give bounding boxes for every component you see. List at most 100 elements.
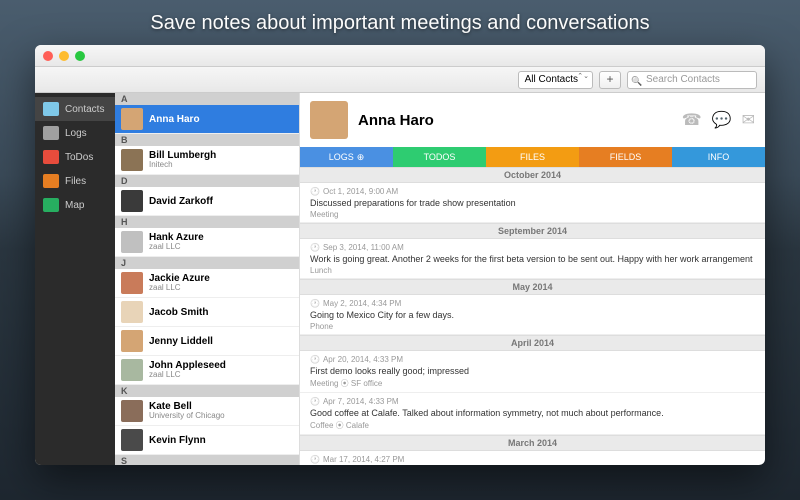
contact-company: Initech xyxy=(149,161,216,170)
avatar xyxy=(121,190,143,212)
add-contact-button[interactable]: + xyxy=(599,71,621,89)
log-timestamp: May 2, 2014, 4:34 PM xyxy=(310,299,755,308)
log-timestamp: Oct 1, 2014, 9:00 AM xyxy=(310,187,755,196)
sidebar-item-label: Logs xyxy=(65,128,87,139)
log-entry[interactable]: Sep 3, 2014, 11:00 AM Work is going great… xyxy=(300,239,765,279)
list-item[interactable]: Jacob Smith xyxy=(115,298,299,327)
list-item[interactable]: Kevin Flynn xyxy=(115,426,299,455)
list-item[interactable]: David Zarkoff xyxy=(115,187,299,216)
log-body: Discussed preparations for trade show pr… xyxy=(310,198,755,208)
month-header: May 2014 xyxy=(300,279,765,295)
log-entry[interactable]: Mar 17, 2014, 4:27 PMHad Chinese. Discus… xyxy=(300,451,765,465)
tab-fields[interactable]: FIELDS xyxy=(579,147,672,167)
zoom-icon[interactable] xyxy=(75,51,85,61)
chat-icon[interactable]: 💬 xyxy=(712,110,732,130)
list-item[interactable]: Jenny Liddell xyxy=(115,327,299,356)
sidebar-item-label: ToDos xyxy=(65,152,93,163)
sidebar-item-logs[interactable]: Logs xyxy=(35,121,115,145)
avatar xyxy=(121,108,143,130)
month-header: March 2014 xyxy=(300,435,765,451)
contact-name: Anna Haro xyxy=(358,112,672,129)
contact-company: zaal LLC xyxy=(149,371,226,380)
log-body: Work is going great. Another 2 weeks for… xyxy=(310,254,755,264)
contact-name: David Zarkoff xyxy=(149,196,213,207)
detail-tabs: LOGS ⊕TODOSFILESFIELDSINFO xyxy=(300,147,765,167)
list-item[interactable]: Hank Azurezaal LLC xyxy=(115,228,299,257)
section-header: H xyxy=(115,216,299,228)
section-header: A xyxy=(115,93,299,105)
contact-list: A Anna Haro BBill LumberghInitechD David Za… xyxy=(115,93,300,465)
log-entry[interactable]: May 2, 2014, 4:34 PM Going to Mexico City… xyxy=(300,295,765,335)
titlebar xyxy=(35,45,765,67)
list-item[interactable]: Kate BellUniversity of Chicago xyxy=(115,397,299,426)
tab-files[interactable]: FILES xyxy=(486,147,579,167)
list-item[interactable]: John Appleseedzaal LLC xyxy=(115,356,299,385)
search-input[interactable]: Search Contacts xyxy=(627,71,757,89)
avatar xyxy=(121,301,143,323)
contact-company: University of Chicago xyxy=(149,412,225,421)
contact-name: Kevin Flynn xyxy=(149,435,206,446)
files-icon xyxy=(43,174,59,188)
sidebar-item-contacts[interactable]: Contacts xyxy=(35,97,115,121)
todos-icon xyxy=(43,150,59,164)
avatar xyxy=(121,272,143,294)
list-item[interactable]: Bill LumberghInitech xyxy=(115,146,299,175)
toolbar: All Contacts + Search Contacts xyxy=(35,67,765,93)
sidebar-item-map[interactable]: Map xyxy=(35,193,115,217)
log-tags: Phone xyxy=(310,322,755,331)
month-header: September 2014 xyxy=(300,223,765,239)
contact-name: Jacob Smith xyxy=(149,307,208,318)
month-header: April 2014 xyxy=(300,335,765,351)
avatar xyxy=(121,330,143,352)
sidebar-item-label: Map xyxy=(65,200,84,211)
contacts-icon xyxy=(43,102,59,116)
avatar xyxy=(121,429,143,451)
log-tags: Lunch xyxy=(310,266,755,275)
list-item[interactable]: Anna Haro xyxy=(115,105,299,134)
sidebar-item-label: Contacts xyxy=(65,104,104,115)
log-entry[interactable]: Oct 1, 2014, 9:00 AM Discussed preparatio… xyxy=(300,183,765,223)
contact-company: zaal LLC xyxy=(149,243,204,252)
phone-icon[interactable]: ☎ xyxy=(682,110,702,130)
list-item[interactable]: Jackie Azurezaal LLC xyxy=(115,269,299,298)
avatar xyxy=(121,359,143,381)
avatar xyxy=(121,149,143,171)
sidebar-item-files[interactable]: Files xyxy=(35,169,115,193)
section-header: D xyxy=(115,175,299,187)
log-tags: Meeting ⦿ SF office xyxy=(310,378,755,389)
section-header: J xyxy=(115,257,299,269)
log-body: Good coffee at Calafe. Talked about info… xyxy=(310,408,755,418)
section-header: S xyxy=(115,455,299,465)
log-body: First demo looks really good; impressed xyxy=(310,366,755,376)
close-icon[interactable] xyxy=(43,51,53,61)
log-timestamp: Apr 7, 2014, 4:33 PM xyxy=(310,397,755,406)
section-header: B xyxy=(115,134,299,146)
sidebar-item-todos[interactable]: ToDos xyxy=(35,145,115,169)
section-header: K xyxy=(115,385,299,397)
log-entry[interactable]: Apr 20, 2014, 4:33 PM First demo looks re… xyxy=(300,351,765,393)
tab-info[interactable]: INFO xyxy=(672,147,765,167)
avatar xyxy=(121,400,143,422)
tab-logs[interactable]: LOGS ⊕ xyxy=(300,147,393,167)
log-entry[interactable]: Apr 7, 2014, 4:33 PM Good coffee at Calaf… xyxy=(300,393,765,435)
logs-list: October 2014 Oct 1, 2014, 9:00 AM Discusse… xyxy=(300,167,765,465)
sidebar-item-label: Files xyxy=(65,176,86,187)
contacts-filter-select[interactable]: All Contacts xyxy=(518,71,593,89)
sidebar: Contacts Logs ToDos Files Map xyxy=(35,93,115,465)
log-timestamp: Sep 3, 2014, 11:00 AM xyxy=(310,243,755,252)
minimize-icon[interactable] xyxy=(59,51,69,61)
tab-todos[interactable]: TODOS xyxy=(393,147,486,167)
log-tags: Meeting xyxy=(310,210,755,219)
contact-company: zaal LLC xyxy=(149,284,210,293)
mail-icon[interactable]: ✉ xyxy=(742,110,755,130)
log-timestamp: Apr 20, 2014, 4:33 PM xyxy=(310,355,755,364)
detail-pane: Anna Haro ☎ 💬 ✉ LOGS ⊕TODOSFILESFIELDSIN… xyxy=(300,93,765,465)
avatar xyxy=(310,101,348,139)
log-timestamp: Mar 17, 2014, 4:27 PM xyxy=(310,455,755,464)
contact-name: Anna Haro xyxy=(149,114,200,125)
log-body: Going to Mexico City for a few days. xyxy=(310,310,755,320)
month-header: October 2014 xyxy=(300,167,765,183)
contact-name: Jenny Liddell xyxy=(149,336,213,347)
map-icon xyxy=(43,198,59,212)
marketing-caption: Save notes about important meetings and … xyxy=(0,12,800,35)
